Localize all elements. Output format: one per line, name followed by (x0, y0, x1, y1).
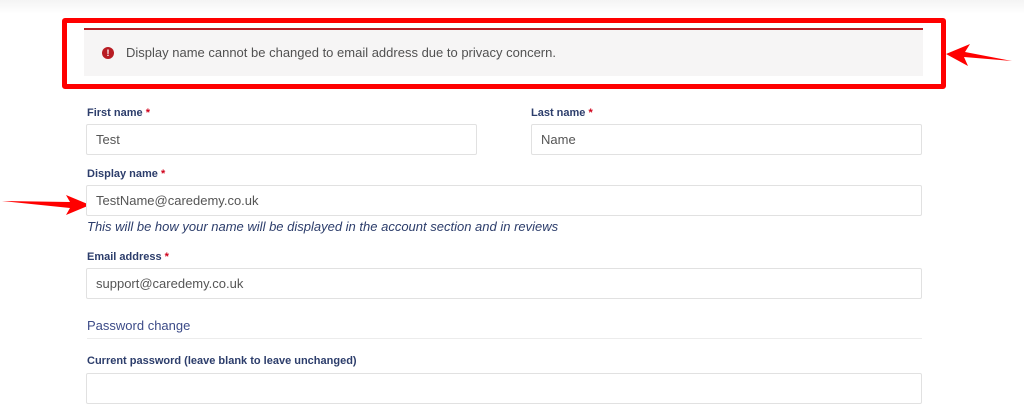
display-name-label-text: Display name (87, 168, 158, 180)
current-password-input[interactable] (86, 373, 922, 404)
required-mark: * (588, 107, 593, 119)
arrow-right-icon (2, 195, 90, 215)
page-top-bar (0, 0, 1024, 14)
email-label: Email address * (87, 251, 169, 263)
display-name-input[interactable] (86, 185, 922, 216)
current-password-label: Current password (leave blank to leave u… (87, 355, 357, 367)
highlight-box (62, 18, 946, 89)
display-name-help-text: This will be how your name will be displ… (87, 219, 559, 234)
first-name-label-text: First name (87, 107, 143, 119)
password-change-legend: Password change (87, 318, 191, 333)
required-mark: * (164, 251, 169, 263)
arrow-left-icon (946, 44, 1012, 66)
last-name-label: Last name * (531, 107, 593, 119)
first-name-label: First name * (87, 107, 150, 119)
last-name-label-text: Last name (531, 107, 586, 119)
email-input[interactable] (86, 268, 922, 299)
required-mark: * (145, 107, 150, 119)
last-name-input[interactable] (531, 124, 922, 155)
divider (87, 338, 922, 339)
first-name-input[interactable] (86, 124, 477, 155)
email-label-text: Email address (87, 251, 162, 263)
display-name-label: Display name * (87, 168, 165, 180)
required-mark: * (160, 168, 166, 180)
